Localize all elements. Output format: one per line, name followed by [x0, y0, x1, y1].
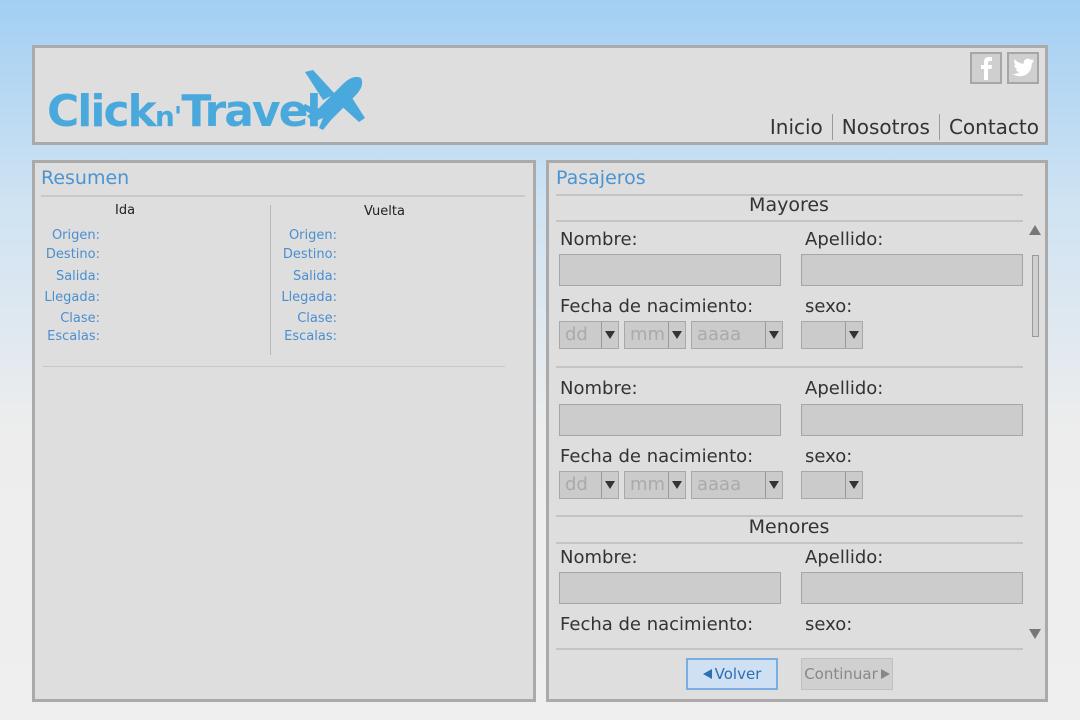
twitter-icon [1012, 58, 1034, 77]
vuelta-clase-label: Clase: [297, 311, 337, 326]
mayores-heading: Mayores [749, 194, 829, 216]
nav-contacto[interactable]: Contacto [938, 114, 1039, 140]
vuelta-llegada-label: Llegada: [281, 290, 337, 305]
main-nav: Inicio Nosotros Contacto [761, 114, 1039, 140]
dropdown-arrow-icon [668, 322, 685, 348]
vuelta-salida-label: Salida: [292, 269, 337, 284]
adult2-day-select[interactable]: dd [559, 471, 619, 499]
scrollbar-thumb[interactable] [1032, 255, 1039, 337]
adult1-day-select[interactable]: dd [559, 321, 619, 349]
minor1-nombre-label: Nombre: [560, 547, 638, 568]
arrow-right-icon [880, 669, 890, 679]
airplane-icon [301, 70, 365, 130]
continuar-label: Continuar [804, 665, 878, 683]
minor1-nombre-input[interactable] [559, 572, 781, 604]
facebook-icon [981, 57, 992, 80]
adult2-apellido-input[interactable] [801, 404, 1023, 436]
adult1-nombre-label: Nombre: [560, 229, 638, 250]
adult1-month-select[interactable]: mm [624, 321, 686, 349]
adult2-sexo-select[interactable] [801, 471, 863, 499]
menores-rule [556, 542, 1023, 544]
adult1-apellido-input[interactable] [801, 254, 1023, 286]
continuar-button[interactable]: Continuar [801, 658, 893, 690]
logo-text: Clickn'Travel [47, 86, 322, 137]
adult-separator [556, 366, 1023, 368]
ida-heading: Ida [115, 203, 136, 218]
resumen-title: Resumen [41, 167, 130, 189]
minor1-apellido-input[interactable] [801, 572, 1023, 604]
dropdown-arrow-icon [601, 472, 618, 498]
minor1-apellido-label: Apellido: [805, 547, 884, 568]
scroll-up-arrow-icon[interactable] [1029, 225, 1041, 235]
arrow-left-icon [702, 669, 712, 679]
vuelta-destino-label: Destino: [282, 247, 337, 262]
adult1-year-select[interactable]: aaaa [691, 321, 783, 349]
adult2-apellido-label: Apellido: [805, 378, 884, 399]
ida-destino-label: Destino: [45, 247, 100, 262]
form-bottom-rule [556, 648, 1023, 650]
nav-nosotros[interactable]: Nosotros [831, 114, 939, 140]
minor1-sexo-label: sexo: [805, 614, 853, 635]
mayores-rule [556, 220, 1023, 222]
nav-inicio[interactable]: Inicio [761, 114, 832, 140]
adult2-sexo-label: sexo: [805, 446, 853, 467]
resumen-title-rule [41, 195, 525, 197]
ida-salida-label: Salida: [55, 269, 100, 284]
dropdown-arrow-icon [765, 472, 782, 498]
scroll-down-arrow-icon[interactable] [1029, 629, 1041, 639]
ida-origen-label: Origen: [51, 228, 100, 243]
ida-escalas-label: Escalas: [47, 329, 100, 344]
pasajeros-panel: Pasajeros Mayores Nombre: Apellido: Fech… [546, 160, 1048, 702]
adult1-fecha-label: Fecha de nacimiento: [560, 296, 754, 317]
dropdown-arrow-icon [765, 322, 782, 348]
adult1-nombre-input[interactable] [559, 254, 781, 286]
facebook-button[interactable] [970, 52, 1002, 84]
volver-button[interactable]: Volver [686, 658, 778, 690]
volver-label: Volver [714, 665, 762, 683]
resumen-panel: Resumen Ida Vuelta Origen: Destino: Sali… [32, 160, 536, 702]
vuelta-heading: Vuelta [364, 204, 405, 219]
menores-heading: Menores [748, 516, 830, 538]
dropdown-arrow-icon [845, 322, 862, 348]
dropdown-arrow-icon [601, 322, 618, 348]
dropdown-arrow-icon [845, 472, 862, 498]
adult2-fecha-label: Fecha de nacimiento: [560, 446, 754, 467]
vuelta-origen-label: Origen: [288, 228, 337, 243]
pasajeros-title: Pasajeros [556, 167, 646, 189]
adult1-sexo-select[interactable] [801, 321, 863, 349]
vuelta-escalas-label: Escalas: [284, 329, 337, 344]
ida-llegada-label: Llegada: [44, 290, 100, 305]
minor1-fecha-label: Fecha de nacimiento: [560, 614, 754, 635]
dropdown-arrow-icon [668, 472, 685, 498]
adult2-nombre-input[interactable] [559, 404, 781, 436]
twitter-button[interactable] [1007, 52, 1039, 84]
adult2-month-select[interactable]: mm [624, 471, 686, 499]
logo[interactable]: Clickn'Travel [47, 54, 367, 138]
adult1-apellido-label: Apellido: [805, 229, 884, 250]
summary-bottom-rule [43, 366, 505, 367]
ida-clase-label: Clase: [60, 311, 100, 326]
adult2-year-select[interactable]: aaaa [691, 471, 783, 499]
header: Clickn'Travel Inicio Nosotros Contacto [32, 45, 1048, 145]
adult2-nombre-label: Nombre: [560, 378, 638, 399]
adult1-sexo-label: sexo: [805, 296, 853, 317]
